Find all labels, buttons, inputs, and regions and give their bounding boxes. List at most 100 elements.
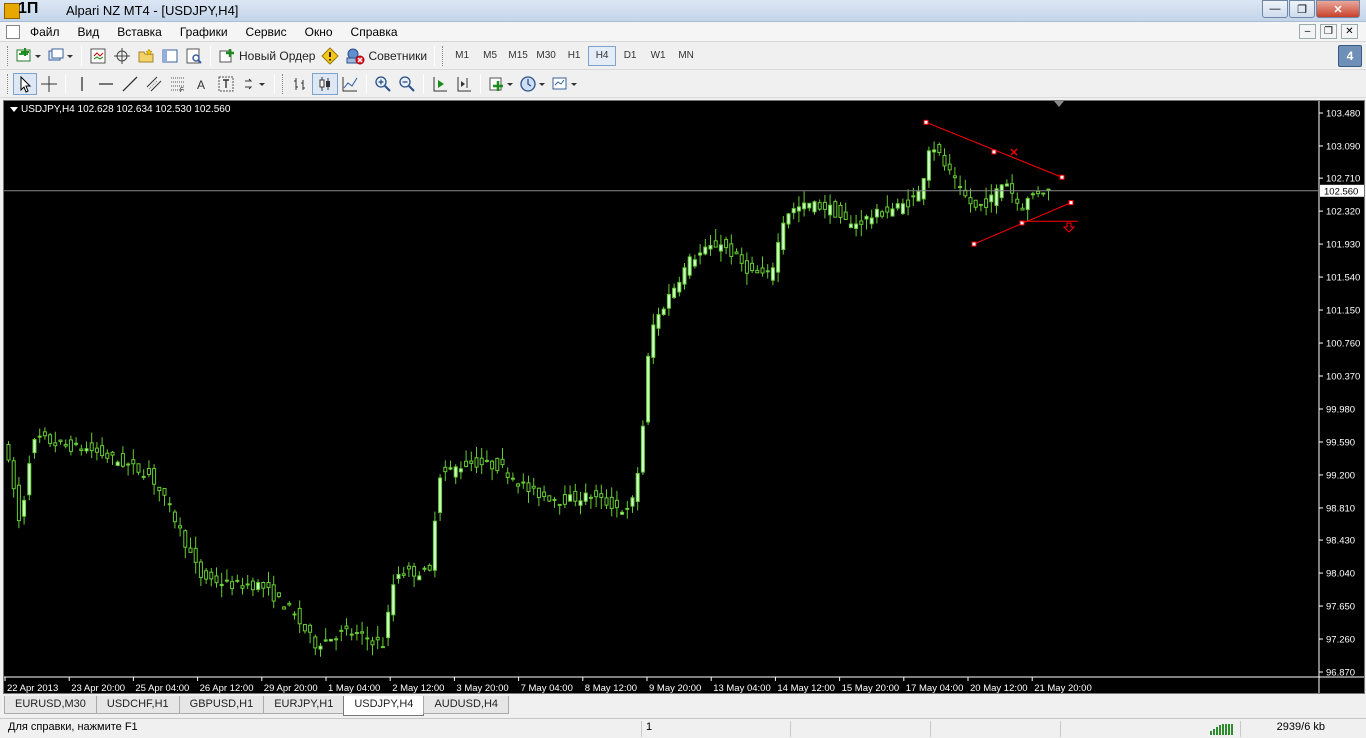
maximize-button[interactable]: ❐ (1289, 0, 1315, 18)
trendline-anchor[interactable] (1059, 174, 1065, 180)
menu-item-3[interactable]: Графики (180, 25, 228, 39)
strategy-tester-button[interactable] (182, 45, 206, 67)
profiles-button[interactable] (45, 45, 77, 67)
bull-candle (812, 201, 817, 213)
menu-item-0[interactable]: Файл (30, 25, 60, 39)
text-button[interactable]: A (190, 73, 214, 95)
document-icon[interactable] (6, 25, 20, 39)
bull-candle (770, 267, 775, 281)
chart-shift-marker[interactable] (1054, 101, 1064, 107)
cursor-button[interactable] (13, 72, 37, 95)
bear-candle (760, 267, 765, 274)
trendline-button[interactable] (118, 73, 142, 95)
text-label-button[interactable] (214, 73, 238, 95)
metaeditor-button[interactable] (318, 45, 342, 67)
new-chart-button[interactable] (13, 45, 45, 67)
close-mark-icon (1010, 148, 1018, 156)
timeframe-d1-button[interactable]: D1 (616, 46, 644, 66)
timeframe-mn-button[interactable]: MN (672, 46, 700, 66)
minimize-button[interactable]: — (1262, 0, 1288, 18)
menu-item-1[interactable]: Вид (78, 25, 100, 39)
templates-button[interactable] (549, 73, 581, 95)
indicators-button[interactable] (485, 73, 517, 95)
notification-button[interactable]: 4 (1338, 45, 1362, 67)
vertical-line-button[interactable] (70, 73, 94, 95)
toolbar-grip[interactable] (282, 73, 285, 94)
timeframe-m30-button[interactable]: M30 (532, 46, 560, 66)
zoom-in-button[interactable] (371, 73, 395, 95)
trendline-anchor[interactable] (971, 241, 977, 247)
bull-candle (318, 645, 323, 650)
toolbar-grip[interactable] (7, 45, 10, 66)
bull-candle (682, 267, 687, 285)
timeframe-m15-button[interactable]: M15 (504, 46, 532, 66)
toolbar-grip[interactable] (7, 73, 10, 94)
menu-item-5[interactable]: Окно (305, 25, 333, 39)
tab-usdjpy-h4[interactable]: USDJPY,H4 (343, 696, 425, 716)
mdi-restore-button[interactable]: ❐ (1320, 24, 1337, 39)
trendline-anchor[interactable] (991, 149, 997, 155)
tab-gbpusd-h1[interactable]: GBPUSD,H1 (178, 696, 265, 714)
data-window-button[interactable] (110, 45, 134, 67)
timeframe-h1-button[interactable]: H1 (560, 46, 588, 66)
chart-shift-button[interactable] (452, 73, 476, 95)
tab-eurjpy-h1[interactable]: EURJPY,H1 (263, 696, 345, 714)
tab-eurusd-m30[interactable]: EURUSD,M30 (4, 696, 97, 714)
tab-audusd-h4[interactable]: AUDUSD,H4 (423, 696, 510, 714)
mdi-minimize-button[interactable]: – (1299, 24, 1316, 39)
candlestick-button[interactable] (312, 72, 338, 95)
price-chart[interactable]: 103.480 103.090 102.710 102.320 101.930 101.5… (4, 101, 1365, 694)
menu-item-4[interactable]: Сервис (246, 25, 287, 39)
periods-button[interactable] (517, 73, 549, 95)
bear-candle (58, 439, 63, 443)
price-label: 99.200 (1326, 470, 1355, 481)
trendline-anchor[interactable] (1068, 200, 1074, 206)
timeframe-h4-button[interactable]: H4 (588, 45, 617, 66)
toolbar-grip[interactable] (442, 45, 445, 66)
trendline-anchor[interactable] (923, 119, 929, 125)
time-label: 8 May 12:00 (585, 683, 637, 694)
bull-candle (895, 203, 900, 209)
current-price-label: 102.560 (1324, 186, 1358, 197)
expert-advisor-icon (346, 48, 365, 64)
time-label: 15 May 20:00 (842, 683, 900, 694)
bull-candle (323, 639, 328, 642)
timeframe-w1-button[interactable]: W1 (644, 46, 672, 66)
price-label: 100.370 (1326, 372, 1360, 383)
menu-item-6[interactable]: Справка (351, 25, 398, 39)
navigator-button[interactable] (134, 45, 158, 67)
arrows-button[interactable] (238, 73, 270, 95)
indicators-icon (489, 77, 513, 91)
experts-button[interactable]: Советники (342, 45, 430, 67)
timeframe-m5-button[interactable]: M5 (476, 46, 504, 66)
collapse-triangle-icon[interactable] (10, 106, 18, 112)
menu-item-2[interactable]: Вставка (117, 25, 162, 39)
bear-candle (136, 463, 141, 473)
price-label: 99.590 (1326, 437, 1355, 448)
terminal-button[interactable] (158, 45, 182, 67)
menu-items: Файл Вид Вставка Графики Сервис Окно Справка (30, 25, 416, 39)
timeframe-m1-button[interactable]: M1 (448, 46, 476, 66)
zoom-out-button[interactable] (395, 73, 419, 95)
new-order-button[interactable]: Новый Ордер (215, 45, 318, 67)
close-button[interactable]: ✕ (1316, 0, 1360, 18)
channel-button[interactable] (142, 73, 166, 95)
bear-candle (984, 198, 989, 208)
bear-candle (406, 565, 411, 570)
tab-usdchf-h1[interactable]: USDCHF,H1 (95, 696, 180, 714)
market-watch-button[interactable] (86, 45, 110, 67)
bear-candle (271, 584, 276, 602)
fibonacci-button[interactable]: F (166, 73, 190, 95)
line-chart-button[interactable] (338, 73, 362, 95)
chart-window[interactable]: 103.480 103.090 102.710 102.320 101.930 101.5… (3, 100, 1365, 694)
crosshair-button[interactable] (37, 73, 61, 95)
auto-scroll-button[interactable] (428, 73, 452, 95)
bar-chart-button[interactable] (288, 73, 312, 95)
bull-candle (219, 583, 224, 587)
bear-candle (833, 201, 838, 218)
mdi-controls: – ❐ ✕ (1295, 24, 1358, 39)
bear-candle (958, 185, 963, 188)
mdi-close-button[interactable]: ✕ (1341, 24, 1358, 39)
horizontal-line-button[interactable] (94, 73, 118, 95)
triangle-pattern[interactable] (923, 119, 1078, 247)
